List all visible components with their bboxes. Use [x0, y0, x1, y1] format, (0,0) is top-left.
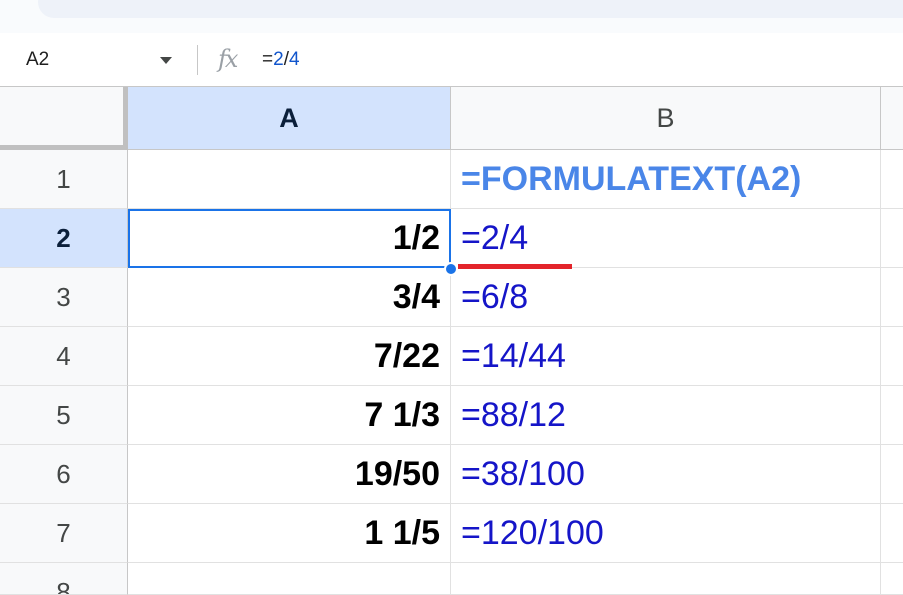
formula-operand-1: 2	[273, 49, 284, 70]
cell-b2[interactable]: =2/4	[451, 209, 881, 268]
cell-c5[interactable]	[881, 386, 903, 445]
cell-a2[interactable]: 1/2	[128, 209, 451, 268]
select-all-corner[interactable]	[0, 87, 128, 150]
column-header-c[interactable]	[881, 87, 903, 150]
cell-b5[interactable]: =88/12	[451, 386, 881, 445]
cell-b1[interactable]: =FORMULATEXT(A2)	[451, 150, 881, 209]
row-header-8[interactable]: 8	[0, 563, 128, 595]
cell-c4[interactable]	[881, 327, 903, 386]
fill-handle[interactable]	[444, 262, 458, 276]
cell-c8[interactable]	[881, 563, 903, 595]
row-header-7[interactable]: 7	[0, 504, 128, 563]
column-header-a[interactable]: A	[128, 87, 451, 150]
cell-a7[interactable]: 1 1/5	[128, 504, 451, 563]
cell-a6[interactable]: 19/50	[128, 445, 451, 504]
spreadsheet-grid: A B 1 =FORMULATEXT(A2) 2 1/2 =2/4 3 3/4 …	[0, 87, 903, 595]
row-header-8-label: 8	[56, 577, 71, 595]
row-header-6[interactable]: 6	[0, 445, 128, 504]
cell-b7[interactable]: =120/100	[451, 504, 881, 563]
formula-bar-divider	[197, 45, 198, 75]
chevron-down-icon[interactable]	[160, 57, 172, 64]
formula-bar: A2 fx =2/4	[0, 33, 903, 87]
cell-a1[interactable]	[128, 150, 451, 209]
cell-a3[interactable]: 3/4	[128, 268, 451, 327]
row-header-4[interactable]: 4	[0, 327, 128, 386]
name-box[interactable]: A2	[26, 49, 49, 71]
row-header-3[interactable]: 3	[0, 268, 128, 327]
row-header-1[interactable]: 1	[0, 150, 128, 209]
cell-a8[interactable]	[128, 563, 451, 595]
fx-icon: fx	[218, 45, 238, 73]
column-header-b[interactable]: B	[451, 87, 881, 150]
cell-b3[interactable]: =6/8	[451, 268, 881, 327]
cell-b4[interactable]: =14/44	[451, 327, 881, 386]
cell-c7[interactable]	[881, 504, 903, 563]
cell-c3[interactable]	[881, 268, 903, 327]
row-header-5[interactable]: 5	[0, 386, 128, 445]
formula-operand-2: 4	[288, 49, 300, 70]
cell-a5[interactable]: 7 1/3	[128, 386, 451, 445]
top-toolbar-strip	[0, 0, 903, 33]
formula-equals: =	[262, 49, 274, 70]
annotation-underline	[458, 264, 572, 269]
row-header-2[interactable]: 2	[0, 209, 128, 268]
cell-b6[interactable]: =38/100	[451, 445, 881, 504]
toolbar-pill	[38, 0, 903, 18]
cell-c2[interactable]	[881, 209, 903, 268]
formula-input[interactable]: =2/4	[262, 49, 300, 71]
cell-a4[interactable]: 7/22	[128, 327, 451, 386]
cell-c1[interactable]	[881, 150, 903, 209]
cell-b8[interactable]	[451, 563, 881, 595]
cell-c6[interactable]	[881, 445, 903, 504]
